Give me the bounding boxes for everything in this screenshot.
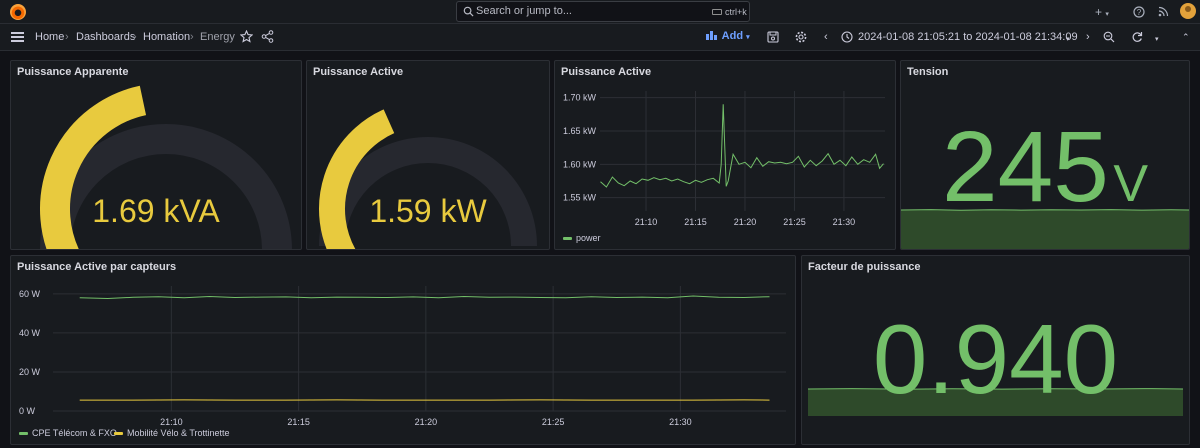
- clock-icon: [841, 31, 853, 43]
- x-tick-label: 21:25: [542, 417, 565, 427]
- active-power-chart: 1.70 kW 1.65 kW 1.60 kW 1.55 kW 21:10 21:15 21…: [563, 91, 885, 227]
- news-rss-icon[interactable]: [1158, 6, 1169, 17]
- grafana-logo-icon[interactable]: [10, 4, 26, 20]
- add-button[interactable]: Add ▾: [706, 30, 750, 42]
- y-tick-label: 1.65 kW: [563, 126, 597, 136]
- x-tick-label: 21:30: [833, 217, 856, 227]
- gauge-value: 1.59 kW: [369, 193, 487, 229]
- y-tick-label: 20 W: [19, 367, 41, 377]
- refresh-interval-dropdown-icon[interactable]: ▾: [1155, 33, 1159, 47]
- x-tick-label: 21:20: [734, 217, 757, 227]
- x-tick-label: 21:15: [287, 417, 310, 427]
- menu-hamburger-icon[interactable]: [11, 32, 24, 42]
- search-input[interactable]: Search or jump to... ctrl+k: [456, 1, 750, 22]
- y-tick-label: 1.60 kW: [563, 159, 597, 169]
- gear-icon[interactable]: [795, 31, 807, 43]
- y-tick-label: 1.70 kW: [563, 93, 597, 103]
- breadcrumb-chevron-icon: ›: [133, 31, 137, 43]
- power-by-sensor-chart: 60 W 40 W 20 W 0 W 21:10 21:15 21:20 21:25 21:30: [19, 286, 786, 427]
- x-tick-label: 21:30: [669, 417, 692, 427]
- legend-item-cpe[interactable]: CPE Télécom & FXO: [19, 428, 117, 438]
- x-tick-label: 21:25: [783, 217, 806, 227]
- search-icon: [463, 6, 474, 17]
- search-placeholder: Search or jump to...: [476, 5, 572, 17]
- user-avatar[interactable]: [1180, 3, 1196, 19]
- y-tick-label: 1.55 kW: [563, 193, 597, 203]
- time-back-chevron-icon[interactable]: ‹: [824, 30, 828, 44]
- new-plus-icon[interactable]: + ▾: [1095, 5, 1109, 22]
- tension-value: 245 V: [901, 117, 1189, 217]
- dashboard-nav-bar: Home › Dashboards › Homation › Energy Ad…: [0, 24, 1200, 51]
- x-tick-label: 21:10: [635, 217, 658, 227]
- time-range-dropdown-icon[interactable]: ▾: [1066, 33, 1070, 47]
- y-tick-label: 40 W: [19, 328, 41, 338]
- save-icon[interactable]: [767, 31, 779, 43]
- x-tick-label: 21:15: [684, 217, 707, 227]
- help-icon[interactable]: ?: [1133, 6, 1145, 18]
- search-shortcut: ctrl+k: [725, 7, 747, 17]
- breadcrumb-home[interactable]: Home: [35, 31, 64, 43]
- panel-tension: Tension 245 V: [900, 60, 1190, 250]
- tension-unit: V: [1113, 155, 1148, 213]
- panel-active-power-graph: Puissance Active 1.70 kW 1.65 kW 1.60 kW 1.…: [554, 60, 896, 250]
- panel-power-factor: Facteur de puissance 0.940: [801, 255, 1190, 445]
- star-icon[interactable]: [240, 30, 253, 43]
- breadcrumb-chevron-icon: ›: [190, 31, 194, 43]
- share-icon[interactable]: [261, 30, 274, 43]
- add-panel-icon: [706, 31, 717, 40]
- legend-item-power[interactable]: power: [563, 233, 601, 243]
- panel-active-power-gauge: Puissance Active 1.59 kW: [306, 60, 550, 250]
- keyboard-icon: [712, 9, 722, 15]
- zoom-out-icon[interactable]: [1103, 31, 1115, 43]
- x-tick-label: 21:20: [415, 417, 438, 427]
- add-button-label: Add: [721, 30, 744, 42]
- refresh-icon[interactable]: [1131, 31, 1143, 43]
- series-line: [79, 295, 770, 300]
- breadcrumb-dashboards[interactable]: Dashboards: [76, 31, 135, 43]
- x-tick-label: 21:10: [160, 417, 183, 427]
- breadcrumb-chevron-icon: ›: [65, 31, 69, 43]
- panel-apparent-power: Puissance Apparente 1.69 kVA: [10, 60, 302, 250]
- y-tick-label: 0 W: [19, 406, 36, 416]
- tension-number: 245: [942, 111, 1109, 223]
- svg-text:?: ?: [1137, 8, 1142, 17]
- breadcrumb-current: Energy: [200, 31, 235, 43]
- time-forward-chevron-icon[interactable]: ›: [1086, 30, 1090, 44]
- time-range-picker[interactable]: 2024-01-08 21:05:21 to 2024-01-08 21:34:…: [858, 31, 1078, 43]
- panel-power-by-sensor: Puissance Active par capteurs 60 W 40 W 20…: [10, 255, 796, 445]
- collapse-chevron-up-icon[interactable]: ⌃: [1182, 30, 1190, 44]
- y-tick-label: 60 W: [19, 289, 41, 299]
- top-bar: Search or jump to... ctrl+k + ▾ ?: [0, 0, 1200, 24]
- power-factor-value: 0.940: [872, 304, 1119, 414]
- series-line: [600, 104, 884, 188]
- gauge-value: 1.69 kVA: [92, 193, 220, 229]
- breadcrumb-folder[interactable]: Homation: [143, 31, 190, 43]
- legend-item-mobilite[interactable]: Mobilité Vélo & Trottinette: [114, 428, 230, 438]
